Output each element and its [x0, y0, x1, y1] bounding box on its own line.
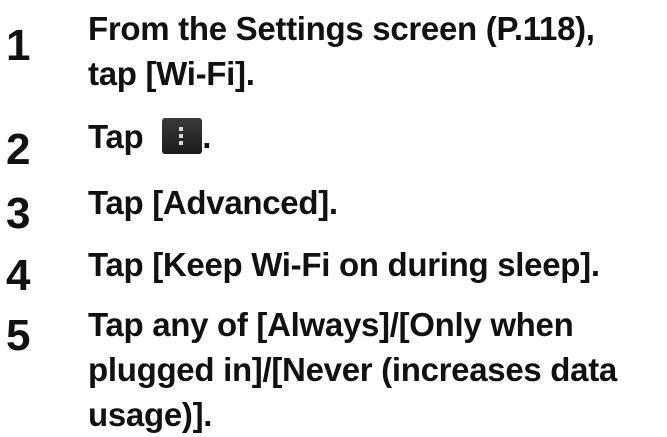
step-text-line: Tap [Advanced]. — [88, 184, 338, 221]
instruction-steps: 1 From the Settings screen (P.118), tap … — [0, 0, 667, 434]
step-text: Tap [Advanced]. — [88, 180, 660, 225]
step-text-line: Tap any of [Always]/[Only when — [88, 306, 574, 343]
step-text-line: Tap [Keep Wi-Fi on during sleep]. — [88, 246, 600, 283]
step-number: 4 — [6, 251, 31, 300]
step-number: 5 — [6, 311, 31, 360]
step-text-line: From the Settings screen (P.118), — [88, 10, 595, 47]
step-text-after-icon: . — [202, 118, 212, 155]
step-text: From the Settings screen (P.118), tap [W… — [88, 6, 660, 96]
step-text-line: plugged in]/[Never (increases data — [88, 351, 617, 388]
step-number: 2 — [6, 125, 31, 174]
step-text-line: usage)]. — [88, 396, 213, 433]
step-text-line: tap [Wi-Fi]. — [88, 55, 255, 92]
step-text: Tap any of [Always]/[Only when plugged i… — [88, 302, 660, 437]
step-number: 1 — [6, 21, 31, 70]
step-text: Tap . — [88, 114, 660, 159]
menu-icon — [162, 118, 203, 154]
step-number: 3 — [6, 189, 31, 238]
step-text: Tap [Keep Wi-Fi on during sleep]. — [88, 242, 660, 287]
step-text-before-icon: Tap — [88, 118, 153, 155]
